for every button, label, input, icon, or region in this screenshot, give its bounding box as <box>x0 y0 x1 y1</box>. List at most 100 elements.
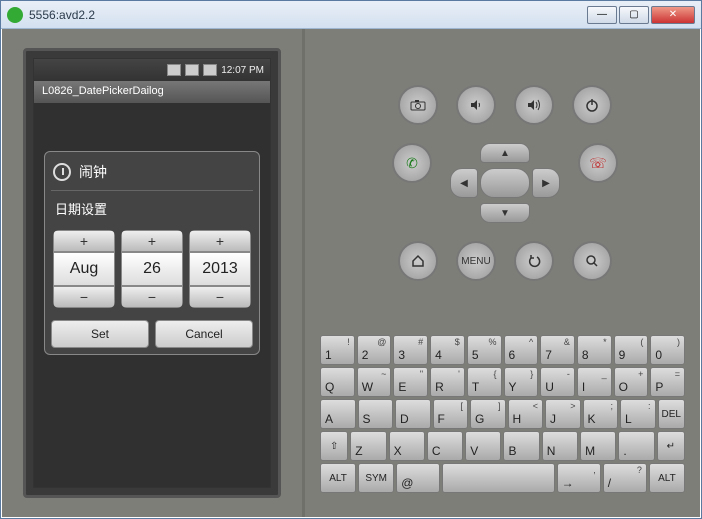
phone-frame: 12:07 PM L0826_DatePickerDailog 闹钟 日期设置 <box>23 48 281 498</box>
key-K[interactable]: K; <box>583 399 619 429</box>
app-title: L0826_DatePickerDailog <box>34 81 270 103</box>
dialog-title: 闹钟 <box>79 162 107 182</box>
date-pickers: + Aug − + 26 − + <box>51 226 253 316</box>
dialog-header: 闹钟 <box>51 158 253 191</box>
key-4[interactable]: 4$ <box>430 335 465 365</box>
device-pane: 12:07 PM L0826_DatePickerDailog 闹钟 日期设置 <box>2 29 302 517</box>
key-enter[interactable]: ↵ <box>657 431 685 461</box>
maximize-button[interactable]: ▢ <box>619 6 649 24</box>
key-B[interactable]: B <box>503 431 539 461</box>
key-sym[interactable]: SYM <box>358 463 394 493</box>
key-.[interactable]: . <box>618 431 654 461</box>
key-R[interactable]: R' <box>430 367 465 397</box>
key-W[interactable]: W~ <box>357 367 392 397</box>
month-up-button[interactable]: + <box>53 230 115 252</box>
key-I[interactable]: I_ <box>577 367 612 397</box>
close-button[interactable]: ✕ <box>651 6 695 24</box>
search-button[interactable] <box>572 241 612 281</box>
dpad: ▲ ◀ ▶ ▼ <box>450 143 560 223</box>
key-N[interactable]: N <box>542 431 578 461</box>
dpad-left[interactable]: ◀ <box>450 168 478 198</box>
menu-button[interactable]: MENU <box>456 241 496 281</box>
key-T[interactable]: T{ <box>467 367 502 397</box>
key-Z[interactable]: Z <box>350 431 386 461</box>
year-picker: + 2013 − <box>189 230 251 308</box>
key-Y[interactable]: Y} <box>504 367 539 397</box>
key-3[interactable]: 3# <box>393 335 428 365</box>
year-value[interactable]: 2013 <box>189 252 251 286</box>
clock-icon <box>53 163 71 181</box>
call-button[interactable]: ✆ <box>392 143 432 183</box>
key-7[interactable]: 7& <box>540 335 575 365</box>
dialog-subtitle: 日期设置 <box>51 191 253 226</box>
key-V[interactable]: V <box>465 431 501 461</box>
key-9[interactable]: 9( <box>614 335 649 365</box>
key-G[interactable]: G] <box>470 399 506 429</box>
statusbar: 12:07 PM <box>34 59 270 81</box>
key-alt-left[interactable]: ALT <box>320 463 356 493</box>
app-body: 闹钟 日期设置 + Aug − + <box>34 103 270 487</box>
key-space[interactable] <box>442 463 554 493</box>
key-H[interactable]: H< <box>508 399 544 429</box>
key-8[interactable]: 8* <box>577 335 612 365</box>
key-at[interactable]: @ <box>396 463 440 493</box>
key-S[interactable]: S <box>358 399 394 429</box>
dpad-down[interactable]: ▼ <box>480 203 530 223</box>
volume-down-button[interactable] <box>456 85 496 125</box>
emulator-window: 5556:avd2.2 — ▢ ✕ 12:07 PM L0826_DatePic… <box>0 0 702 519</box>
key-X[interactable]: X <box>389 431 425 461</box>
key-F[interactable]: F[ <box>433 399 469 429</box>
key-L[interactable]: L: <box>620 399 656 429</box>
key-C[interactable]: C <box>427 431 463 461</box>
year-down-button[interactable]: − <box>189 286 251 308</box>
controls-pane: ✆ ▲ ◀ ▶ ▼ ☏ MENU <box>302 29 700 517</box>
key-O[interactable]: O+ <box>614 367 649 397</box>
key-U[interactable]: U- <box>540 367 575 397</box>
key-5[interactable]: 5% <box>467 335 502 365</box>
volume-up-button[interactable] <box>514 85 554 125</box>
screen: 12:07 PM L0826_DatePickerDailog 闹钟 日期设置 <box>33 58 271 488</box>
key-A[interactable]: A <box>320 399 356 429</box>
month-value[interactable]: Aug <box>53 252 115 286</box>
day-down-button[interactable]: − <box>121 286 183 308</box>
dpad-center[interactable] <box>480 168 530 198</box>
month-down-button[interactable]: − <box>53 286 115 308</box>
clock: 12:07 PM <box>221 65 264 76</box>
day-up-button[interactable]: + <box>121 230 183 252</box>
key-0[interactable]: 0) <box>650 335 685 365</box>
day-value[interactable]: 26 <box>121 252 183 286</box>
key-2[interactable]: 2@ <box>357 335 392 365</box>
minimize-button[interactable]: — <box>587 6 617 24</box>
end-call-button[interactable]: ☏ <box>578 143 618 183</box>
key-Q[interactable]: Q <box>320 367 355 397</box>
titlebar: 5556:avd2.2 — ▢ ✕ <box>1 1 701 29</box>
key-1[interactable]: 1! <box>320 335 355 365</box>
keyboard: 1!2@3#4$5%6^7&8*9(0) QW~E"R'T{Y}U-I_O+P=… <box>320 335 685 495</box>
dpad-up[interactable]: ▲ <box>480 143 530 163</box>
key-M[interactable]: M <box>580 431 616 461</box>
cancel-button[interactable]: Cancel <box>155 320 253 348</box>
key-slash[interactable]: /? <box>603 463 647 493</box>
home-button[interactable] <box>398 241 438 281</box>
power-button[interactable] <box>572 85 612 125</box>
content: 12:07 PM L0826_DatePickerDailog 闹钟 日期设置 <box>2 29 700 517</box>
key-arrow[interactable]: →, <box>557 463 601 493</box>
year-up-button[interactable]: + <box>189 230 251 252</box>
day-picker: + 26 − <box>121 230 183 308</box>
key-D[interactable]: D <box>395 399 431 429</box>
set-button[interactable]: Set <box>51 320 149 348</box>
favicon <box>7 7 23 23</box>
key-6[interactable]: 6^ <box>504 335 539 365</box>
dpad-right[interactable]: ▶ <box>532 168 560 198</box>
key-J[interactable]: J> <box>545 399 581 429</box>
datepicker-dialog: 闹钟 日期设置 + Aug − + <box>44 151 260 355</box>
key-P[interactable]: P= <box>650 367 685 397</box>
back-button[interactable] <box>514 241 554 281</box>
key-del[interactable]: DEL <box>658 399 686 429</box>
key-alt-right[interactable]: ALT <box>649 463 685 493</box>
hardware-buttons: ✆ ▲ ◀ ▶ ▼ ☏ MENU <box>365 85 645 299</box>
camera-button[interactable] <box>398 85 438 125</box>
month-picker: + Aug − <box>53 230 115 308</box>
key-E[interactable]: E" <box>393 367 428 397</box>
key-shift[interactable]: ⇧ <box>320 431 348 461</box>
